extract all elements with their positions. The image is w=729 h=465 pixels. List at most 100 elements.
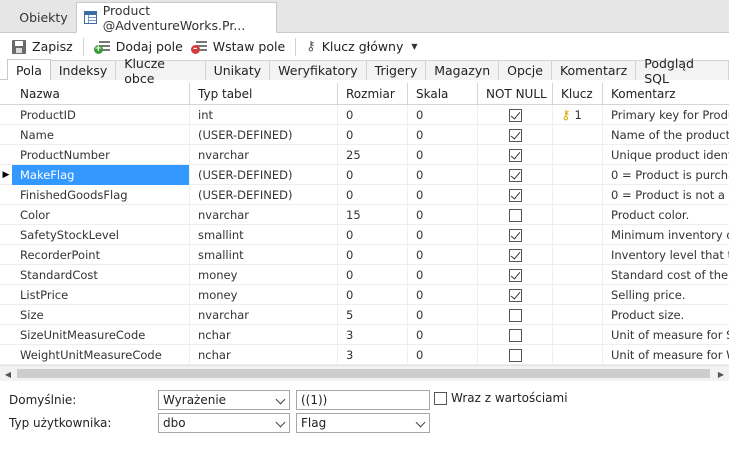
field-size-cell[interactable]: 25 xyxy=(338,145,408,165)
not-null-cell[interactable] xyxy=(478,225,553,245)
checkbox-icon[interactable] xyxy=(508,228,522,242)
comment-cell[interactable]: Product size. xyxy=(603,305,729,325)
column-header-type[interactable]: Typ tabel xyxy=(190,83,338,105)
field-scale-cell[interactable]: 0 xyxy=(408,225,478,245)
column-header-size[interactable]: Rozmiar xyxy=(338,83,408,105)
field-scale-cell[interactable]: 0 xyxy=(408,265,478,285)
tab-options[interactable]: Opcje xyxy=(499,60,552,80)
column-header-scale[interactable]: Skala xyxy=(408,83,478,105)
key-cell[interactable] xyxy=(553,125,603,145)
key-cell[interactable] xyxy=(553,305,603,325)
field-size-cell[interactable]: 0 xyxy=(338,165,408,185)
field-size-cell[interactable]: 5 xyxy=(338,305,408,325)
not-null-cell[interactable] xyxy=(478,205,553,225)
checkbox-icon[interactable] xyxy=(508,288,522,302)
field-name-cell[interactable]: Color xyxy=(12,205,190,225)
row-pointer-icon[interactable] xyxy=(0,205,12,225)
row-pointer-icon[interactable] xyxy=(0,105,12,125)
row-pointer-icon[interactable] xyxy=(0,305,12,325)
field-scale-cell[interactable]: 0 xyxy=(408,285,478,305)
field-name-cell[interactable]: WeightUnitMeasureCode xyxy=(12,345,190,365)
add-field-button[interactable]: + Dodaj pole xyxy=(90,36,187,58)
table-row[interactable]: Color nvarchar 15 0 Product color. xyxy=(0,205,729,225)
not-null-cell[interactable] xyxy=(478,285,553,305)
table-row[interactable]: RecorderPoint smallint 0 0 Inventory level t… xyxy=(0,245,729,265)
comment-cell[interactable]: Minimum inventory qu xyxy=(603,225,729,245)
field-size-cell[interactable]: 0 xyxy=(338,185,408,205)
checkbox-icon[interactable] xyxy=(508,128,522,142)
field-scale-cell[interactable]: 0 xyxy=(408,305,478,325)
field-name-cell[interactable]: ProductID xyxy=(12,105,190,125)
field-size-cell[interactable]: 0 xyxy=(338,265,408,285)
key-cell[interactable] xyxy=(553,265,603,285)
table-row[interactable]: ListPrice money 0 0 Selling price. xyxy=(0,285,729,305)
checkbox-icon[interactable] xyxy=(508,348,522,362)
insert-field-button[interactable]: – Wstaw pole xyxy=(187,36,289,58)
field-scale-cell[interactable]: 0 xyxy=(408,145,478,165)
horizontal-scrollbar[interactable]: ◀ ▶ xyxy=(0,365,729,381)
schema-select[interactable]: dbo xyxy=(158,413,290,433)
not-null-cell[interactable] xyxy=(478,325,553,345)
chevron-down-icon[interactable]: ▼ xyxy=(411,42,417,51)
field-size-cell[interactable]: 0 xyxy=(338,285,408,305)
checkbox-icon[interactable] xyxy=(508,248,522,262)
key-cell[interactable] xyxy=(553,185,603,205)
table-row[interactable]: Size nvarchar 5 0 Product size. xyxy=(0,305,729,325)
field-name-cell[interactable]: StandardCost xyxy=(12,265,190,285)
field-size-cell[interactable]: 0 xyxy=(338,225,408,245)
field-name-cell[interactable]: SizeUnitMeasureCode xyxy=(12,325,190,345)
column-header-comment[interactable]: Komentarz xyxy=(603,83,729,105)
checkbox-icon[interactable] xyxy=(508,108,522,122)
row-pointer-icon[interactable] xyxy=(0,345,12,365)
primary-key-button[interactable]: ⚷ Klucz główny ▼ xyxy=(302,36,421,58)
key-cell[interactable] xyxy=(553,245,603,265)
key-cell[interactable] xyxy=(553,165,603,185)
checkbox-icon[interactable] xyxy=(508,308,522,322)
table-row[interactable]: ▶ MakeFlag (USER-DEFINED) 0 0 0 = Product is … xyxy=(0,165,729,185)
table-row[interactable]: ProductID int 0 0 ⚷ 1 Primary key for Produc xyxy=(0,105,729,125)
field-size-cell[interactable]: 3 xyxy=(338,345,408,365)
table-row[interactable]: ProductNumber nvarchar 25 0 Unique product i… xyxy=(0,145,729,165)
field-size-cell[interactable]: 0 xyxy=(338,105,408,125)
row-pointer-icon[interactable] xyxy=(0,325,12,345)
comment-cell[interactable]: Unique product identi xyxy=(603,145,729,165)
field-type-cell[interactable]: nvarchar xyxy=(190,145,338,165)
user-type-select[interactable]: Flag xyxy=(296,413,430,433)
default-kind-select[interactable]: Wyrażenie xyxy=(158,390,290,410)
row-pointer-icon[interactable] xyxy=(0,145,12,165)
key-cell[interactable] xyxy=(553,205,603,225)
field-type-cell[interactable]: (USER-DEFINED) xyxy=(190,165,338,185)
row-pointer-icon[interactable] xyxy=(0,265,12,285)
field-name-cell[interactable]: ProductNumber xyxy=(12,145,190,165)
field-type-cell[interactable]: money xyxy=(190,265,338,285)
table-row[interactable]: Name (USER-DEFINED) 0 0 Name of the product. xyxy=(0,125,729,145)
comment-cell[interactable]: Inventory level that tri xyxy=(603,245,729,265)
comment-cell[interactable]: 0 = Product is not a s xyxy=(603,185,729,205)
tab-comment[interactable]: Komentarz xyxy=(551,60,637,80)
field-scale-cell[interactable]: 0 xyxy=(408,205,478,225)
not-null-cell[interactable] xyxy=(478,185,553,205)
row-pointer-icon[interactable] xyxy=(0,185,12,205)
field-scale-cell[interactable]: 0 xyxy=(408,325,478,345)
key-cell[interactable]: ⚷ 1 xyxy=(553,105,603,125)
not-null-cell[interactable] xyxy=(478,145,553,165)
field-type-cell[interactable]: nchar xyxy=(190,325,338,345)
field-size-cell[interactable]: 3 xyxy=(338,325,408,345)
column-header-not-null[interactable]: NOT NULL xyxy=(478,83,553,105)
field-name-cell[interactable]: Name xyxy=(12,125,190,145)
checkbox-icon[interactable] xyxy=(434,391,447,405)
field-size-cell[interactable]: 0 xyxy=(338,245,408,265)
tab-product-designer[interactable]: Product @AdventureWorks.Pr... xyxy=(76,2,277,33)
column-header-name[interactable]: Nazwa xyxy=(12,83,190,105)
tab-triggers[interactable]: Trigery xyxy=(366,60,427,80)
tab-fields[interactable]: Pola xyxy=(7,59,51,80)
not-null-cell[interactable] xyxy=(478,265,553,285)
tab-indexes[interactable]: Indeksy xyxy=(50,60,117,80)
field-name-cell[interactable]: MakeFlag xyxy=(12,165,190,185)
not-null-cell[interactable] xyxy=(478,305,553,325)
table-row[interactable]: SizeUnitMeasureCode nchar 3 0 Unit of measur… xyxy=(0,325,729,345)
not-null-cell[interactable] xyxy=(478,125,553,145)
row-pointer-icon[interactable] xyxy=(0,225,12,245)
comment-cell[interactable]: Name of the product. xyxy=(603,125,729,145)
field-type-cell[interactable]: int xyxy=(190,105,338,125)
